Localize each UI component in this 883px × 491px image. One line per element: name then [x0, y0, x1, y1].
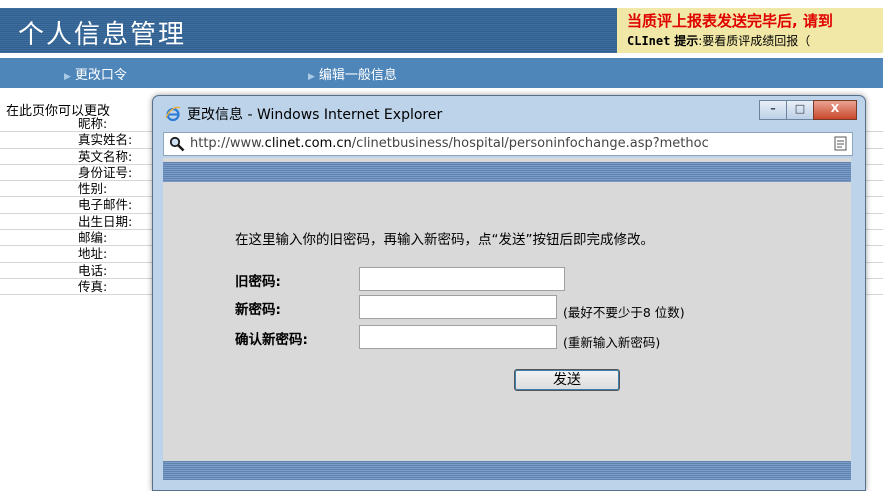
- notice-tip-label: 提示: [674, 34, 699, 48]
- field-label: 英文名称:: [78, 148, 133, 164]
- arrow-right-icon: ▶: [308, 72, 315, 82]
- bottom-stripe: [163, 461, 851, 480]
- field-label: 身份证号:: [78, 164, 133, 180]
- nav-edit-general-info[interactable]: ▶ 编辑一般信息: [308, 64, 397, 83]
- notice-tip: CLInet 提示:要看质评成绩回报（: [627, 32, 810, 49]
- field-label: 电话:: [78, 262, 108, 278]
- window-title: 更改信息 - Windows Internet Explorer: [165, 104, 442, 124]
- nav-edit-general-info-label: 编辑一般信息: [318, 68, 397, 83]
- instruction-text: 在这里输入你的旧密码，再输入新密码，点“发送”按钮后即完成修改。: [235, 232, 654, 248]
- close-icon: X: [830, 102, 840, 115]
- confirm-password-label: 确认新密码:: [235, 332, 308, 348]
- field-label: 传真:: [78, 278, 108, 294]
- confirm-password-hint: (重新输入新密码): [563, 335, 661, 350]
- maximize-button[interactable]: □: [786, 100, 814, 120]
- address-url: http://www.clinet.com.cn/clinetbusiness/…: [190, 136, 826, 151]
- old-password-input[interactable]: [359, 267, 565, 291]
- field-label: 性别:: [78, 181, 108, 197]
- new-password-label: 新密码:: [235, 302, 281, 318]
- nav-change-password[interactable]: ▶ 更改口令: [64, 64, 127, 83]
- top-stripe: [163, 162, 851, 182]
- maximize-icon: □: [794, 102, 806, 115]
- field-label: 昵称:: [78, 116, 108, 131]
- new-password-input[interactable]: [359, 295, 557, 319]
- notice-tip-text: :要看质评成绩回报（: [698, 34, 811, 48]
- field-label: 真实姓名:: [78, 132, 133, 148]
- nav-bar: ▶ 更改口令 ▶ 编辑一般信息: [0, 58, 883, 88]
- window-title-text: 更改信息 - Windows Internet Explorer: [187, 107, 443, 123]
- notice-brand: CLInet: [627, 34, 671, 48]
- old-password-label: 旧密码:: [235, 274, 281, 290]
- field-label: 地址:: [78, 246, 108, 262]
- field-label: 出生日期:: [78, 213, 133, 229]
- send-button[interactable]: 发送: [514, 369, 620, 391]
- url-path: /clinetbusiness/hospital/personinfochang…: [351, 136, 709, 151]
- popup-window: 更改信息 - Windows Internet Explorer – □ X h…: [152, 95, 866, 491]
- close-button[interactable]: X: [813, 100, 857, 120]
- search-icon: [169, 136, 185, 152]
- page-header: 个人信息管理 当质评上报表发送完毕后, 请到 CLInet 提示:要看质评成绩回…: [0, 0, 883, 53]
- page-title: 个人信息管理: [18, 20, 187, 50]
- window-controls: – □ X: [759, 100, 857, 120]
- notice-banner: 当质评上报表发送完毕后, 请到 CLInet 提示:要看质评成绩回报（: [617, 8, 883, 53]
- arrow-right-icon: ▶: [64, 72, 71, 82]
- url-domain: clinet.com.cn: [264, 136, 352, 151]
- popup-content: 在这里输入你的旧密码，再输入新密码，点“发送”按钮后即完成修改。 旧密码: 新密…: [163, 158, 851, 480]
- internet-explorer-icon: [165, 106, 181, 122]
- nav-change-password-label: 更改口令: [74, 68, 127, 83]
- field-label: 电子邮件:: [78, 197, 133, 213]
- field-label: 邮编:: [78, 230, 108, 246]
- url-prefix: http://www.: [190, 136, 265, 151]
- title-bar: 个人信息管理: [0, 8, 617, 53]
- notice-red-text: 当质评上报表发送完毕后, 请到: [627, 12, 833, 30]
- confirm-password-input[interactable]: [359, 325, 557, 349]
- minimize-button[interactable]: –: [759, 100, 787, 120]
- minimize-icon: –: [770, 102, 776, 115]
- new-password-hint: (最好不要少于8 位数): [563, 305, 685, 320]
- page-icon: [834, 136, 847, 151]
- address-bar[interactable]: http://www.clinet.com.cn/clinetbusiness/…: [163, 132, 853, 156]
